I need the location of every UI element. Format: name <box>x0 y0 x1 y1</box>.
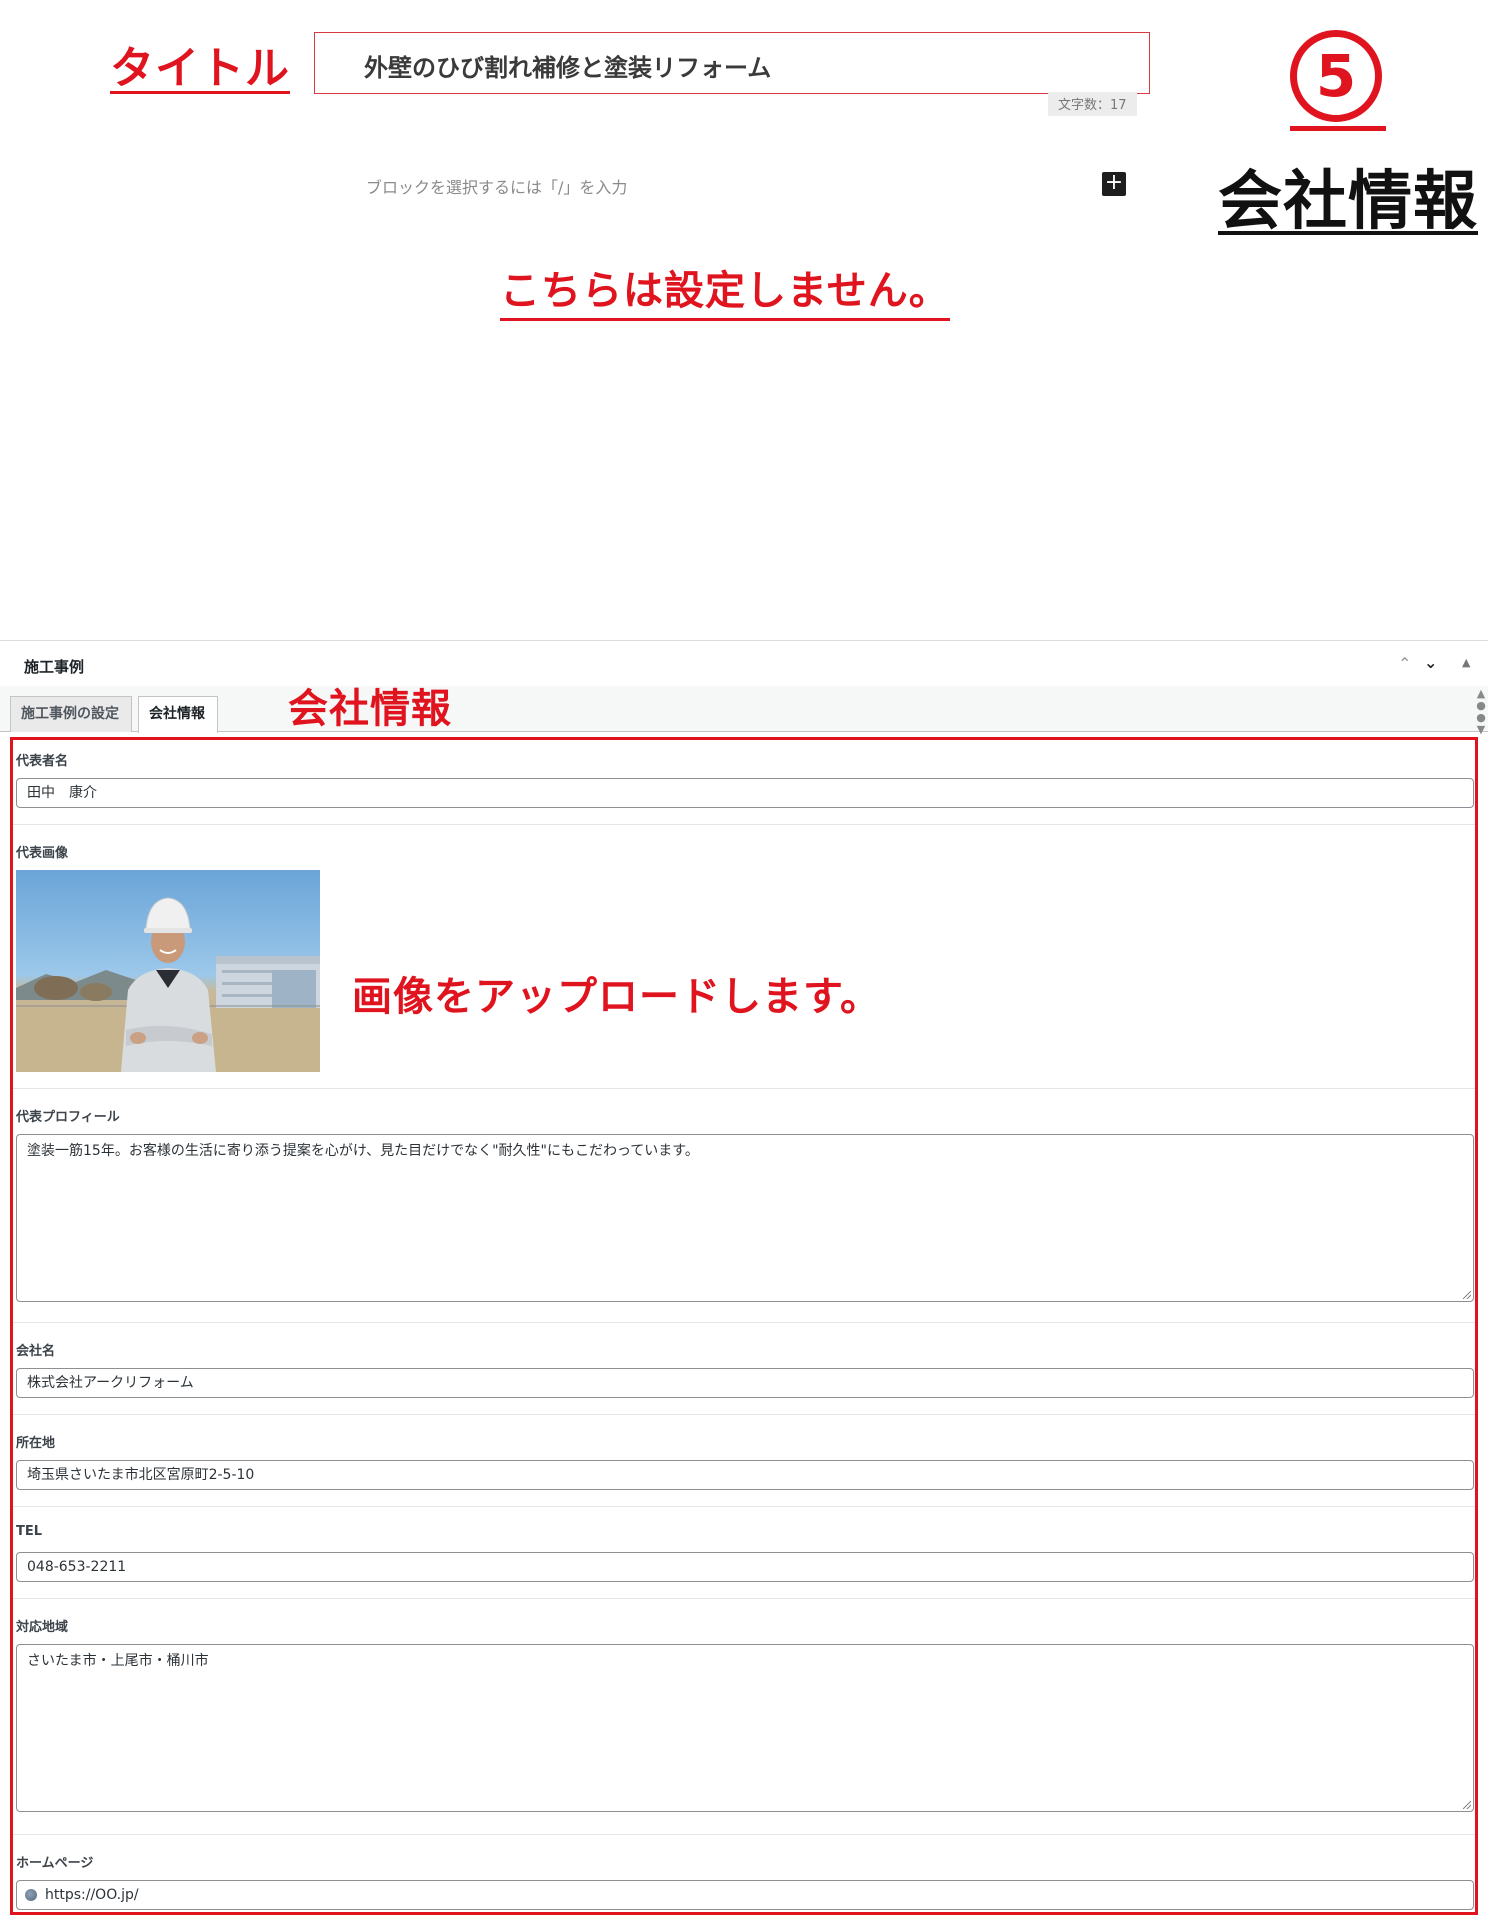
chevron-down-icon[interactable]: ⌄ <box>1424 653 1437 672</box>
tel-input[interactable]: 048-653-2211 <box>16 1552 1474 1582</box>
toggle-panel-icon[interactable]: ▲ <box>1462 656 1470 669</box>
address-input[interactable]: 埼玉県さいたま市北区宮原町2-5-10 <box>16 1460 1474 1490</box>
service-area-textarea[interactable]: さいたま市・上尾市・桶川市 <box>16 1644 1474 1812</box>
worker-photo <box>16 897 320 1072</box>
tab-bar <box>0 686 1488 732</box>
tab-company-info[interactable]: 会社情報 <box>138 696 218 733</box>
char-count-badge: 文字数：17 <box>1048 92 1137 116</box>
add-block-button[interactable]: + <box>1102 172 1126 196</box>
service-area-label: 対応地域 <box>16 1620 69 1635</box>
homepage-input[interactable]: https://OO.jp/ <box>16 1880 1474 1910</box>
metabox-title: 施工事例 <box>24 658 85 676</box>
rep-name-label: 代表者名 <box>16 754 69 769</box>
annotation-upload-note: 画像をアップロードします。 <box>352 974 881 1020</box>
metabox-divider <box>0 640 1488 641</box>
chevron-up-icon[interactable]: ⌃ <box>1398 654 1411 673</box>
company-name-input[interactable]: 株式会社アークリフォーム <box>16 1368 1474 1398</box>
annotation-company-tab: 会社情報 <box>288 686 452 732</box>
rep-image-thumbnail[interactable] <box>16 870 320 1072</box>
step-label: 会社情報 <box>1218 165 1478 239</box>
annotation-not-set: こちらは設定しません。 <box>500 258 950 321</box>
annotation-title-label: タイトル <box>110 43 290 94</box>
rep-name-input[interactable]: 田中 康介 <box>16 778 1474 808</box>
step-number-underline <box>1290 126 1386 131</box>
field-separator <box>13 824 1475 825</box>
resize-handle[interactable] <box>1463 1291 1471 1299</box>
block-placeholder[interactable]: ブロックを選択するには「/」を入力 <box>366 174 627 198</box>
homepage-text: https://OO.jp/ <box>45 1887 139 1903</box>
rep-profile-textarea[interactable]: 塗装一筋15年。お客様の生活に寄り添う提案を心がけ、見た目だけでなく"耐久性"に… <box>16 1134 1474 1302</box>
field-separator <box>13 1414 1475 1415</box>
rep-profile-label: 代表プロフィール <box>16 1110 120 1125</box>
field-separator <box>13 1598 1475 1599</box>
scroll-indicator-icon[interactable]: ▲ ● ● ▼ <box>1474 688 1488 736</box>
rep-image-label: 代表画像 <box>16 846 69 861</box>
field-separator <box>13 1088 1475 1089</box>
field-separator <box>13 1506 1475 1507</box>
resize-handle[interactable] <box>1463 1801 1471 1809</box>
tel-label: TEL <box>16 1524 43 1539</box>
tab-bar-border <box>0 731 1488 732</box>
address-label: 所在地 <box>16 1436 56 1451</box>
field-separator <box>13 1834 1475 1835</box>
globe-icon <box>25 1889 37 1901</box>
step-number-badge: 5 <box>1290 30 1382 122</box>
post-title-text: 外壁のひび割れ補修と塗装リフォーム <box>364 54 772 82</box>
company-name-label: 会社名 <box>16 1344 56 1359</box>
service-area-text: さいたま市・上尾市・桶川市 <box>27 1653 209 1669</box>
field-separator <box>13 1322 1475 1323</box>
homepage-label: ホームページ <box>16 1856 94 1871</box>
rep-profile-text: 塗装一筋15年。お客様の生活に寄り添う提案を心がけ、見た目だけでなく"耐久性"に… <box>27 1143 699 1159</box>
tab-case-settings[interactable]: 施工事例の設定 <box>10 696 132 732</box>
